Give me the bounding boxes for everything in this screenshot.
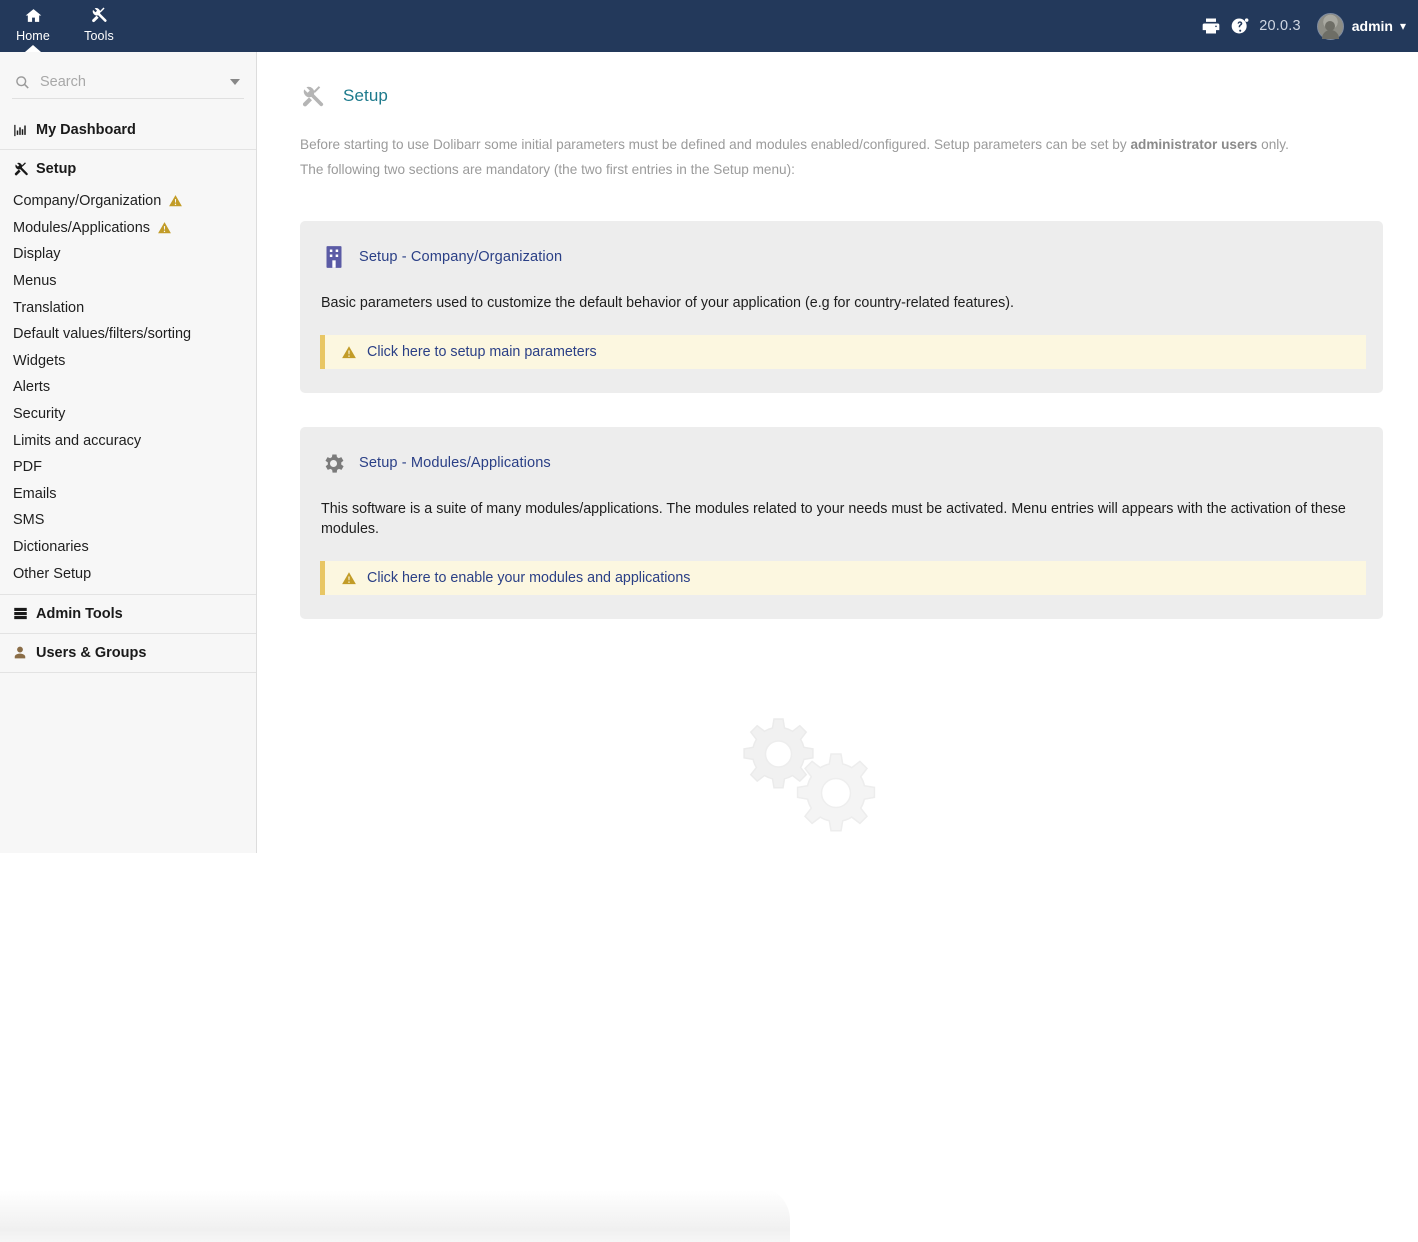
sidebar-item-default-values-filters-sorting[interactable]: Default values/filters/sorting xyxy=(0,321,256,348)
sidebar-item-translation[interactable]: Translation xyxy=(0,294,256,321)
intro-text-bold: administrator users xyxy=(1130,137,1257,152)
sidebar-item-label: SMS xyxy=(13,512,44,528)
card-body-text: Basic parameters used to customize the d… xyxy=(320,293,1350,313)
footer-gradient xyxy=(0,1186,790,1242)
topbar-right-actions: 20.0.3 admin ▾ xyxy=(1201,0,1418,52)
avatar[interactable] xyxy=(1317,13,1344,40)
topbar-tab-tools[interactable]: Tools xyxy=(66,0,132,52)
sidebar-item-label: My Dashboard xyxy=(36,122,136,138)
sidebar-item-company-organization[interactable]: Company/Organization xyxy=(0,188,256,215)
sidebar-item-label: Translation xyxy=(13,300,84,316)
alert-link-label[interactable]: Click here to setup main parameters xyxy=(367,344,597,360)
sidebar-item-users-groups[interactable]: Users & Groups xyxy=(0,634,256,672)
topbar-tab-list: Home Tools xyxy=(0,0,132,52)
page-title: Setup xyxy=(343,86,388,106)
active-tab-indicator xyxy=(25,45,41,52)
sidebar-item-setup[interactable]: Setup xyxy=(0,150,256,188)
current-user-label[interactable]: admin xyxy=(1352,18,1393,34)
sidebar-item-alerts[interactable]: Alerts xyxy=(0,374,256,401)
alert-link-label[interactable]: Click here to enable your modules and ap… xyxy=(367,570,690,586)
user-icon xyxy=(13,645,36,660)
enable-modules-alert[interactable]: Click here to enable your modules and ap… xyxy=(320,561,1366,595)
warning-triangle-icon xyxy=(168,194,183,208)
sidebar-item-modules-applications[interactable]: Modules/Applications xyxy=(0,215,256,242)
card-title[interactable]: Setup - Company/Organization xyxy=(359,249,562,265)
printer-icon[interactable] xyxy=(1201,16,1221,36)
sidebar-section-dashboard: My Dashboard xyxy=(0,111,256,150)
card-title[interactable]: Setup - Modules/Applications xyxy=(359,455,551,471)
sidebar-item-display[interactable]: Display xyxy=(0,241,256,268)
main-content: Setup Before starting to use Dolibarr so… xyxy=(258,52,1418,1242)
warning-triangle-icon xyxy=(157,221,172,235)
sidebar-item-pdf[interactable]: PDF xyxy=(0,454,256,481)
topbar-tab-tools-label: Tools xyxy=(84,29,114,43)
gear-icon xyxy=(320,449,347,477)
setup-main-parameters-alert[interactable]: Click here to setup main parameters xyxy=(320,335,1366,369)
sidebar-item-security[interactable]: Security xyxy=(0,401,256,428)
search-icon xyxy=(15,75,30,90)
help-circle-icon[interactable] xyxy=(1230,16,1250,36)
tools-icon xyxy=(300,82,330,110)
search-box[interactable] xyxy=(12,66,244,99)
chevron-down-icon[interactable]: ▾ xyxy=(1400,19,1406,33)
sidebar-item-label: Alerts xyxy=(13,379,50,395)
building-icon xyxy=(320,243,347,271)
sidebar-item-emails[interactable]: Emails xyxy=(0,481,256,508)
sidebar-section-admin-tools: Admin Tools xyxy=(0,595,256,634)
topbar-tab-home[interactable]: Home xyxy=(0,0,66,52)
sidebar-item-label: Display xyxy=(13,246,61,262)
warning-triangle-icon xyxy=(341,345,357,360)
intro-paragraph: Before starting to use Dolibarr some ini… xyxy=(300,132,1383,182)
topbar-tab-home-label: Home xyxy=(16,29,50,43)
setup-card-company-organization: Setup - Company/Organization Basic param… xyxy=(300,221,1383,393)
sidebar-item-label: Dictionaries xyxy=(13,539,89,555)
sidebar-item-label: Emails xyxy=(13,486,57,502)
card-header: Setup - Company/Organization xyxy=(320,243,1363,271)
intro-text-a: Before starting to use Dolibarr some ini… xyxy=(300,137,1130,152)
sidebar-item-menus[interactable]: Menus xyxy=(0,268,256,295)
gears-watermark xyxy=(730,707,890,847)
page-header: Setup xyxy=(300,82,1418,110)
sidebar-item-label: Admin Tools xyxy=(36,606,123,622)
chevron-down-icon[interactable] xyxy=(230,79,240,85)
sidebar-section-users-groups: Users & Groups xyxy=(0,634,256,673)
warning-triangle-icon xyxy=(341,571,357,586)
sidebar-item-label: Users & Groups xyxy=(36,645,146,661)
card-header: Setup - Modules/Applications xyxy=(320,449,1363,477)
sidebar-item-limits-and-accuracy[interactable]: Limits and accuracy xyxy=(0,427,256,454)
server-icon xyxy=(13,606,36,621)
sidebar-item-label: Limits and accuracy xyxy=(13,433,141,449)
sidebar-item-label: Widgets xyxy=(13,353,65,369)
setup-card-modules-applications: Setup - Modules/Applications This softwa… xyxy=(300,427,1383,619)
sidebar-section-setup: Setup Company/Organization Modules/Applic… xyxy=(0,150,256,595)
sidebar-item-dictionaries[interactable]: Dictionaries xyxy=(0,534,256,561)
intro-text-line2: The following two sections are mandatory… xyxy=(300,162,795,177)
sidebar-item-label: PDF xyxy=(13,459,42,475)
chart-bar-icon xyxy=(13,123,36,138)
tools-icon xyxy=(13,161,36,177)
sidebar-setup-submenu: Company/Organization Modules/Applications… xyxy=(0,188,256,594)
sidebar: My Dashboard Setup Company/Organization M… xyxy=(0,52,257,853)
sidebar-item-my-dashboard[interactable]: My Dashboard xyxy=(0,111,256,149)
sidebar-item-label: Menus xyxy=(13,273,57,289)
sidebar-item-sms[interactable]: SMS xyxy=(0,507,256,534)
search-input[interactable] xyxy=(40,74,230,90)
sidebar-item-label: Company/Organization xyxy=(13,193,161,209)
sidebar-item-other-setup[interactable]: Other Setup xyxy=(0,560,256,587)
sidebar-item-label: Setup xyxy=(36,161,76,177)
sidebar-item-widgets[interactable]: Widgets xyxy=(0,348,256,375)
intro-text-b: only. xyxy=(1257,137,1288,152)
sidebar-item-label: Default values/filters/sorting xyxy=(13,326,191,342)
sidebar-item-label: Other Setup xyxy=(13,566,91,582)
card-body-text: This software is a suite of many modules… xyxy=(320,499,1350,539)
tools-icon xyxy=(89,5,109,25)
sidebar-item-admin-tools[interactable]: Admin Tools xyxy=(0,595,256,633)
sidebar-item-label: Security xyxy=(13,406,65,422)
sidebar-item-label: Modules/Applications xyxy=(13,220,150,236)
app-version: 20.0.3 xyxy=(1259,18,1301,34)
top-navigation-bar: Home Tools 20.0.3 admin ▾ xyxy=(0,0,1418,52)
home-icon xyxy=(23,5,43,25)
